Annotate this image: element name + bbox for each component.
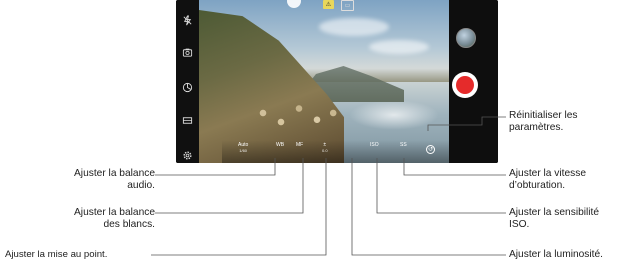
- callout-white-balance: Ajuster la balance des blancs.: [74, 207, 155, 231]
- callout-text: Ajuster la vitesse d’obturation.: [509, 168, 587, 191]
- village: [254, 95, 344, 140]
- callout-text: Ajuster la balance audio.: [74, 168, 155, 191]
- camera-screen: ⚠ ▭ Auto 1/60 WB MF ± 0.0 ISO SS ↺: [176, 0, 498, 163]
- record-button[interactable]: [452, 72, 478, 98]
- callout-text: Réinitialiser les paramètres.: [509, 110, 578, 133]
- callout-brightness: Ajuster la luminosité.: [509, 249, 603, 261]
- record-icon: [456, 76, 474, 94]
- callout-iso: Ajuster la sensibilité ISO.: [509, 207, 599, 231]
- aspect-ratio-icon[interactable]: [180, 113, 195, 128]
- mode-icon[interactable]: [180, 80, 195, 95]
- callout-focus: Ajuster la mise au point.: [5, 249, 107, 261]
- reset-settings-icon[interactable]: ↺: [426, 145, 435, 154]
- iso-control[interactable]: ISO: [370, 142, 379, 148]
- settings-icon[interactable]: [180, 148, 195, 163]
- drawer-handle[interactable]: [287, 0, 301, 8]
- audio-balance-control[interactable]: Auto 1/60: [238, 142, 248, 154]
- callout-text: Ajuster la sensibilité ISO.: [509, 207, 600, 230]
- focus-control[interactable]: MF: [296, 142, 303, 148]
- frame-indicator-icon: ▭: [341, 0, 354, 11]
- warning-indicator-icon: ⚠: [323, 0, 334, 9]
- callout-reset: Réinitialiser les paramètres.: [509, 110, 578, 134]
- callout-audio-balance: Ajuster la balance audio.: [74, 168, 155, 192]
- brightness-control[interactable]: ± 0.0: [322, 142, 328, 154]
- shutter-speed-control[interactable]: SS: [400, 142, 407, 148]
- callout-text: Ajuster la balance des blancs.: [74, 207, 155, 230]
- control-label: ISO: [370, 142, 379, 148]
- callout-shutter-speed: Ajuster la vitesse d’obturation.: [509, 168, 586, 192]
- gallery-thumbnail[interactable]: [456, 28, 476, 48]
- switch-camera-icon[interactable]: [180, 45, 195, 60]
- callout-text: Ajuster la mise au point.: [5, 249, 108, 260]
- control-label: WB: [276, 142, 285, 148]
- control-value: 1/60: [239, 148, 248, 153]
- viewfinder[interactable]: ⚠ ▭: [199, 0, 449, 163]
- control-label: SS: [400, 142, 407, 148]
- white-balance-control[interactable]: WB: [276, 142, 284, 148]
- callout-text: Ajuster la luminosité.: [509, 249, 603, 260]
- sea-glow: [349, 100, 439, 130]
- cloud: [369, 40, 429, 54]
- flash-off-icon[interactable]: [180, 13, 195, 28]
- manual-controls-bar: [222, 140, 449, 163]
- cloud: [319, 18, 389, 36]
- left-toolbar: [176, 0, 199, 163]
- control-label: MF: [296, 142, 304, 148]
- control-value: 0.0: [322, 148, 328, 153]
